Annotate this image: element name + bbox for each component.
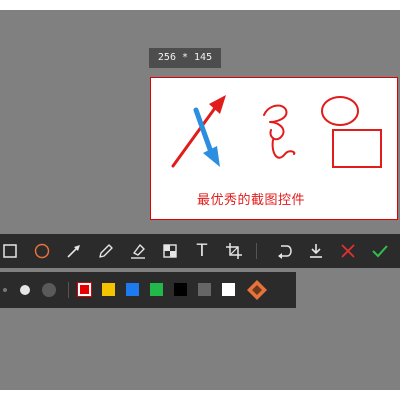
toolbar-divider bbox=[256, 243, 257, 259]
undo-button[interactable] bbox=[272, 239, 296, 263]
custom-color-button[interactable] bbox=[245, 278, 269, 302]
checkmark-icon bbox=[372, 245, 388, 258]
color-swatch[interactable] bbox=[150, 283, 163, 296]
color-palette-bar bbox=[0, 272, 296, 308]
undo-icon bbox=[278, 245, 292, 259]
drawing-toolbar: T bbox=[0, 234, 400, 268]
palette-divider bbox=[68, 282, 69, 298]
mosaic-icon bbox=[163, 244, 177, 258]
text-icon: T bbox=[196, 241, 208, 261]
brush-size-large[interactable] bbox=[42, 283, 56, 297]
text-tool[interactable]: T bbox=[190, 239, 214, 263]
capture-selection-area[interactable]: 最优秀的截图控件 bbox=[150, 77, 398, 220]
red-ellipse-annotation[interactable] bbox=[321, 96, 359, 126]
color-swatch[interactable] bbox=[77, 282, 92, 297]
pen-tool[interactable] bbox=[94, 239, 118, 263]
brush-size-small[interactable] bbox=[3, 288, 7, 292]
rectangle-tool[interactable] bbox=[0, 239, 22, 263]
color-swatch[interactable] bbox=[198, 283, 211, 296]
red-freehand-annotation[interactable] bbox=[263, 104, 296, 159]
color-swatch[interactable] bbox=[102, 283, 115, 296]
brush-size-medium[interactable] bbox=[20, 285, 30, 295]
ellipse-tool[interactable] bbox=[30, 239, 54, 263]
color-picker-icon bbox=[247, 280, 267, 300]
selection-caption-text: 最优秀的截图控件 bbox=[197, 193, 306, 208]
red-rectangle-annotation[interactable] bbox=[332, 129, 382, 168]
color-swatch[interactable] bbox=[222, 283, 235, 296]
download-icon bbox=[310, 244, 322, 258]
crop-icon bbox=[226, 243, 242, 259]
cancel-button[interactable] bbox=[336, 239, 360, 263]
crop-tool[interactable] bbox=[222, 239, 246, 263]
highlighter-tool[interactable] bbox=[126, 239, 150, 263]
arrow-icon bbox=[67, 245, 80, 258]
save-button[interactable] bbox=[304, 239, 328, 263]
highlighter-icon bbox=[131, 244, 145, 259]
color-swatch[interactable] bbox=[174, 283, 187, 296]
close-icon bbox=[341, 244, 355, 258]
rectangle-icon bbox=[3, 244, 17, 258]
arrow-tool[interactable] bbox=[62, 239, 86, 263]
color-swatch[interactable] bbox=[126, 283, 139, 296]
selection-size-label: 256 * 145 bbox=[149, 48, 221, 68]
pencil-icon bbox=[99, 244, 113, 258]
ellipse-icon bbox=[34, 243, 50, 259]
confirm-button[interactable] bbox=[368, 239, 392, 263]
mosaic-tool[interactable] bbox=[158, 239, 182, 263]
